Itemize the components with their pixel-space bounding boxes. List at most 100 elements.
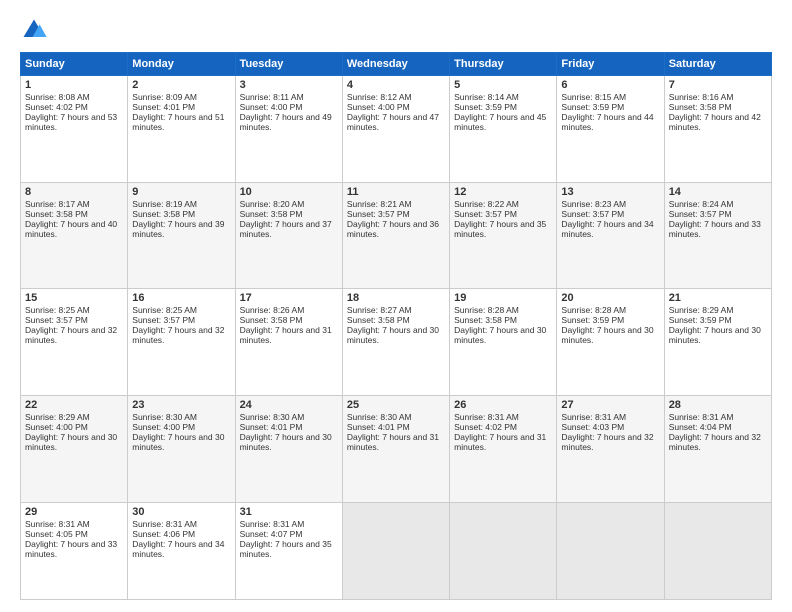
sunrise-label: Sunrise: 8:15 AM <box>561 92 626 102</box>
calendar-cell: 1 Sunrise: 8:08 AM Sunset: 4:02 PM Dayli… <box>21 76 128 183</box>
calendar-cell: 27 Sunrise: 8:31 AM Sunset: 4:03 PM Dayl… <box>557 396 664 503</box>
calendar-table: SundayMondayTuesdayWednesdayThursdayFrid… <box>20 52 772 600</box>
sunrise-label: Sunrise: 8:16 AM <box>669 92 734 102</box>
daylight-label: Daylight: 7 hours and 34 minutes. <box>561 219 653 239</box>
sunset-label: Sunset: 4:05 PM <box>25 529 88 539</box>
day-number: 20 <box>561 292 659 304</box>
calendar-cell: 30 Sunrise: 8:31 AM Sunset: 4:06 PM Dayl… <box>128 502 235 599</box>
calendar-cell: 25 Sunrise: 8:30 AM Sunset: 4:01 PM Dayl… <box>342 396 449 503</box>
sunset-label: Sunset: 3:58 PM <box>240 315 303 325</box>
sunset-label: Sunset: 4:00 PM <box>25 422 88 432</box>
sunset-label: Sunset: 3:57 PM <box>669 209 732 219</box>
sunset-label: Sunset: 4:00 PM <box>240 102 303 112</box>
daylight-label: Daylight: 7 hours and 33 minutes. <box>669 219 761 239</box>
sunset-label: Sunset: 4:02 PM <box>454 422 517 432</box>
weekday-header: Saturday <box>664 53 771 76</box>
sunrise-label: Sunrise: 8:29 AM <box>669 305 734 315</box>
calendar-cell: 8 Sunrise: 8:17 AM Sunset: 3:58 PM Dayli… <box>21 182 128 289</box>
daylight-label: Daylight: 7 hours and 31 minutes. <box>347 432 439 452</box>
daylight-label: Daylight: 7 hours and 53 minutes. <box>25 112 117 132</box>
sunset-label: Sunset: 3:58 PM <box>347 315 410 325</box>
calendar-cell: 15 Sunrise: 8:25 AM Sunset: 3:57 PM Dayl… <box>21 289 128 396</box>
daylight-label: Daylight: 7 hours and 32 minutes. <box>561 432 653 452</box>
weekday-header: Friday <box>557 53 664 76</box>
day-number: 17 <box>240 292 338 304</box>
sunrise-label: Sunrise: 8:26 AM <box>240 305 305 315</box>
daylight-label: Daylight: 7 hours and 30 minutes. <box>132 432 224 452</box>
sunrise-label: Sunrise: 8:31 AM <box>561 412 626 422</box>
day-number: 10 <box>240 186 338 198</box>
sunset-label: Sunset: 4:01 PM <box>240 422 303 432</box>
day-number: 3 <box>240 79 338 91</box>
calendar-cell: 6 Sunrise: 8:15 AM Sunset: 3:59 PM Dayli… <box>557 76 664 183</box>
daylight-label: Daylight: 7 hours and 30 minutes. <box>347 325 439 345</box>
sunrise-label: Sunrise: 8:24 AM <box>669 199 734 209</box>
sunrise-label: Sunrise: 8:12 AM <box>347 92 412 102</box>
calendar-cell: 26 Sunrise: 8:31 AM Sunset: 4:02 PM Dayl… <box>450 396 557 503</box>
sunset-label: Sunset: 4:00 PM <box>132 422 195 432</box>
calendar-cell <box>664 502 771 599</box>
sunrise-label: Sunrise: 8:28 AM <box>454 305 519 315</box>
sunset-label: Sunset: 4:00 PM <box>347 102 410 112</box>
calendar-cell: 20 Sunrise: 8:28 AM Sunset: 3:59 PM Dayl… <box>557 289 664 396</box>
logo-icon <box>20 16 48 44</box>
day-number: 28 <box>669 399 767 411</box>
day-number: 8 <box>25 186 123 198</box>
daylight-label: Daylight: 7 hours and 32 minutes. <box>669 432 761 452</box>
calendar-cell <box>557 502 664 599</box>
daylight-label: Daylight: 7 hours and 47 minutes. <box>347 112 439 132</box>
day-number: 19 <box>454 292 552 304</box>
calendar-cell: 21 Sunrise: 8:29 AM Sunset: 3:59 PM Dayl… <box>664 289 771 396</box>
daylight-label: Daylight: 7 hours and 37 minutes. <box>240 219 332 239</box>
sunrise-label: Sunrise: 8:27 AM <box>347 305 412 315</box>
day-number: 26 <box>454 399 552 411</box>
day-number: 24 <box>240 399 338 411</box>
daylight-label: Daylight: 7 hours and 31 minutes. <box>454 432 546 452</box>
sunset-label: Sunset: 4:01 PM <box>132 102 195 112</box>
sunrise-label: Sunrise: 8:31 AM <box>454 412 519 422</box>
calendar-cell: 5 Sunrise: 8:14 AM Sunset: 3:59 PM Dayli… <box>450 76 557 183</box>
day-number: 31 <box>240 506 338 518</box>
daylight-label: Daylight: 7 hours and 32 minutes. <box>132 325 224 345</box>
sunset-label: Sunset: 3:59 PM <box>454 102 517 112</box>
calendar-cell: 24 Sunrise: 8:30 AM Sunset: 4:01 PM Dayl… <box>235 396 342 503</box>
sunrise-label: Sunrise: 8:30 AM <box>347 412 412 422</box>
sunset-label: Sunset: 3:59 PM <box>561 315 624 325</box>
daylight-label: Daylight: 7 hours and 49 minutes. <box>240 112 332 132</box>
calendar-cell: 3 Sunrise: 8:11 AM Sunset: 4:00 PM Dayli… <box>235 76 342 183</box>
weekday-header: Tuesday <box>235 53 342 76</box>
calendar-cell: 16 Sunrise: 8:25 AM Sunset: 3:57 PM Dayl… <box>128 289 235 396</box>
daylight-label: Daylight: 7 hours and 42 minutes. <box>669 112 761 132</box>
daylight-label: Daylight: 7 hours and 44 minutes. <box>561 112 653 132</box>
daylight-label: Daylight: 7 hours and 30 minutes. <box>240 432 332 452</box>
logo <box>20 16 52 44</box>
day-number: 5 <box>454 79 552 91</box>
calendar-week-row: 22 Sunrise: 8:29 AM Sunset: 4:00 PM Dayl… <box>21 396 772 503</box>
day-number: 13 <box>561 186 659 198</box>
daylight-label: Daylight: 7 hours and 34 minutes. <box>132 539 224 559</box>
calendar-cell: 19 Sunrise: 8:28 AM Sunset: 3:58 PM Dayl… <box>450 289 557 396</box>
calendar-cell: 17 Sunrise: 8:26 AM Sunset: 3:58 PM Dayl… <box>235 289 342 396</box>
header <box>20 16 772 44</box>
sunrise-label: Sunrise: 8:31 AM <box>669 412 734 422</box>
calendar-cell: 7 Sunrise: 8:16 AM Sunset: 3:58 PM Dayli… <box>664 76 771 183</box>
sunset-label: Sunset: 3:58 PM <box>25 209 88 219</box>
sunrise-label: Sunrise: 8:31 AM <box>132 519 197 529</box>
sunrise-label: Sunrise: 8:31 AM <box>240 519 305 529</box>
calendar-cell: 13 Sunrise: 8:23 AM Sunset: 3:57 PM Dayl… <box>557 182 664 289</box>
daylight-label: Daylight: 7 hours and 45 minutes. <box>454 112 546 132</box>
sunset-label: Sunset: 4:02 PM <box>25 102 88 112</box>
page: SundayMondayTuesdayWednesdayThursdayFrid… <box>0 0 792 612</box>
sunset-label: Sunset: 3:57 PM <box>132 315 195 325</box>
day-number: 9 <box>132 186 230 198</box>
calendar-cell: 4 Sunrise: 8:12 AM Sunset: 4:00 PM Dayli… <box>342 76 449 183</box>
sunset-label: Sunset: 3:57 PM <box>454 209 517 219</box>
sunrise-label: Sunrise: 8:08 AM <box>25 92 90 102</box>
sunset-label: Sunset: 3:59 PM <box>561 102 624 112</box>
sunset-label: Sunset: 4:01 PM <box>347 422 410 432</box>
weekday-header: Thursday <box>450 53 557 76</box>
calendar-cell: 31 Sunrise: 8:31 AM Sunset: 4:07 PM Dayl… <box>235 502 342 599</box>
calendar-cell <box>450 502 557 599</box>
day-number: 29 <box>25 506 123 518</box>
sunrise-label: Sunrise: 8:11 AM <box>240 92 304 102</box>
